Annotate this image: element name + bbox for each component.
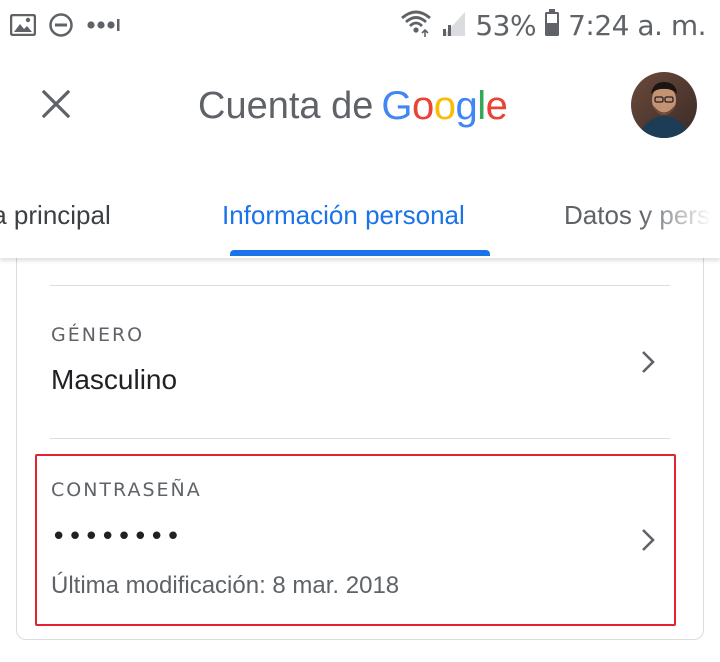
gender-row[interactable] [36,286,674,438]
tab-personal-info[interactable]: Información personal [222,200,465,231]
chevron-right-icon[interactable] [636,528,660,552]
do-not-disturb-icon [48,12,74,43]
password-last-modified: Última modificación: 8 mar. 2018 [51,572,400,599]
google-logo: Google [381,83,508,128]
title-prefix: Cuenta de [198,84,374,127]
password-value: •••••••• [51,522,182,552]
image-icon [9,13,37,41]
avatar[interactable] [631,72,697,138]
tab-home[interactable]: ina principal [0,200,111,231]
page-title: Cuenta de Google [198,78,508,134]
divider [50,438,670,439]
tab-fade [640,162,720,252]
signal-icon [441,9,467,42]
battery-percent: 53% [475,9,537,42]
chevron-right-icon[interactable] [636,350,660,374]
active-tab-indicator [230,250,490,256]
status-bar-left [9,12,120,43]
status-bar: 53% 7:24 a. m. [0,0,720,52]
status-bar-right: 53% 7:24 a. m. [399,8,706,43]
close-button[interactable] [28,78,84,134]
more-dots-icon [86,18,120,37]
tab-bar: ina principal Información personal Datos… [0,162,720,258]
app-header: Cuenta de Google [0,52,720,162]
gender-label: GÉNERO [51,324,145,346]
clock: 7:24 a. m. [568,9,706,42]
battery-icon [544,9,560,42]
gender-value: Masculino [51,364,178,395]
password-label: CONTRASEÑA [51,479,202,501]
close-icon [40,88,72,125]
wifi-icon [399,8,433,43]
